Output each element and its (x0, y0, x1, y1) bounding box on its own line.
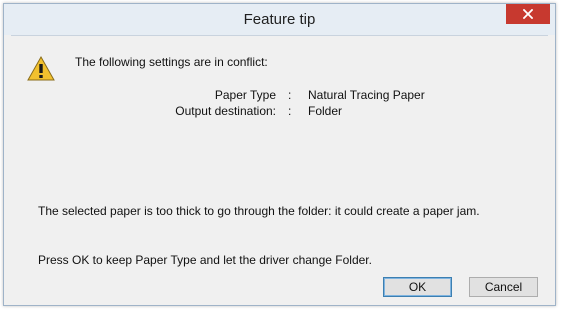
setting-value-paper-type: Natural Tracing Paper (308, 88, 425, 102)
conflict-message: The selected paper is too thick to go th… (38, 204, 480, 218)
conflict-heading: The following settings are in conflict: (75, 55, 268, 69)
title-bar[interactable]: Feature tip (4, 4, 555, 35)
setting-value-output-destination: Folder (308, 104, 343, 118)
setting-separator: : (288, 104, 292, 118)
warning-icon (27, 55, 55, 81)
close-icon (523, 9, 533, 19)
cancel-button[interactable]: Cancel (469, 277, 538, 297)
ok-button[interactable]: OK (383, 277, 452, 297)
dialog-body: The following settings are in conflict: … (11, 35, 548, 298)
setting-separator: : (288, 88, 292, 102)
close-button[interactable] (506, 4, 550, 24)
instruction-message: Press OK to keep Paper Type and let the … (38, 253, 372, 267)
setting-label-output-destination: Output destination: (175, 104, 276, 118)
feature-tip-dialog: Feature tip The following settings are i… (3, 3, 556, 306)
dialog-title: Feature tip (243, 11, 316, 28)
setting-label-paper-type: Paper Type (214, 88, 276, 102)
